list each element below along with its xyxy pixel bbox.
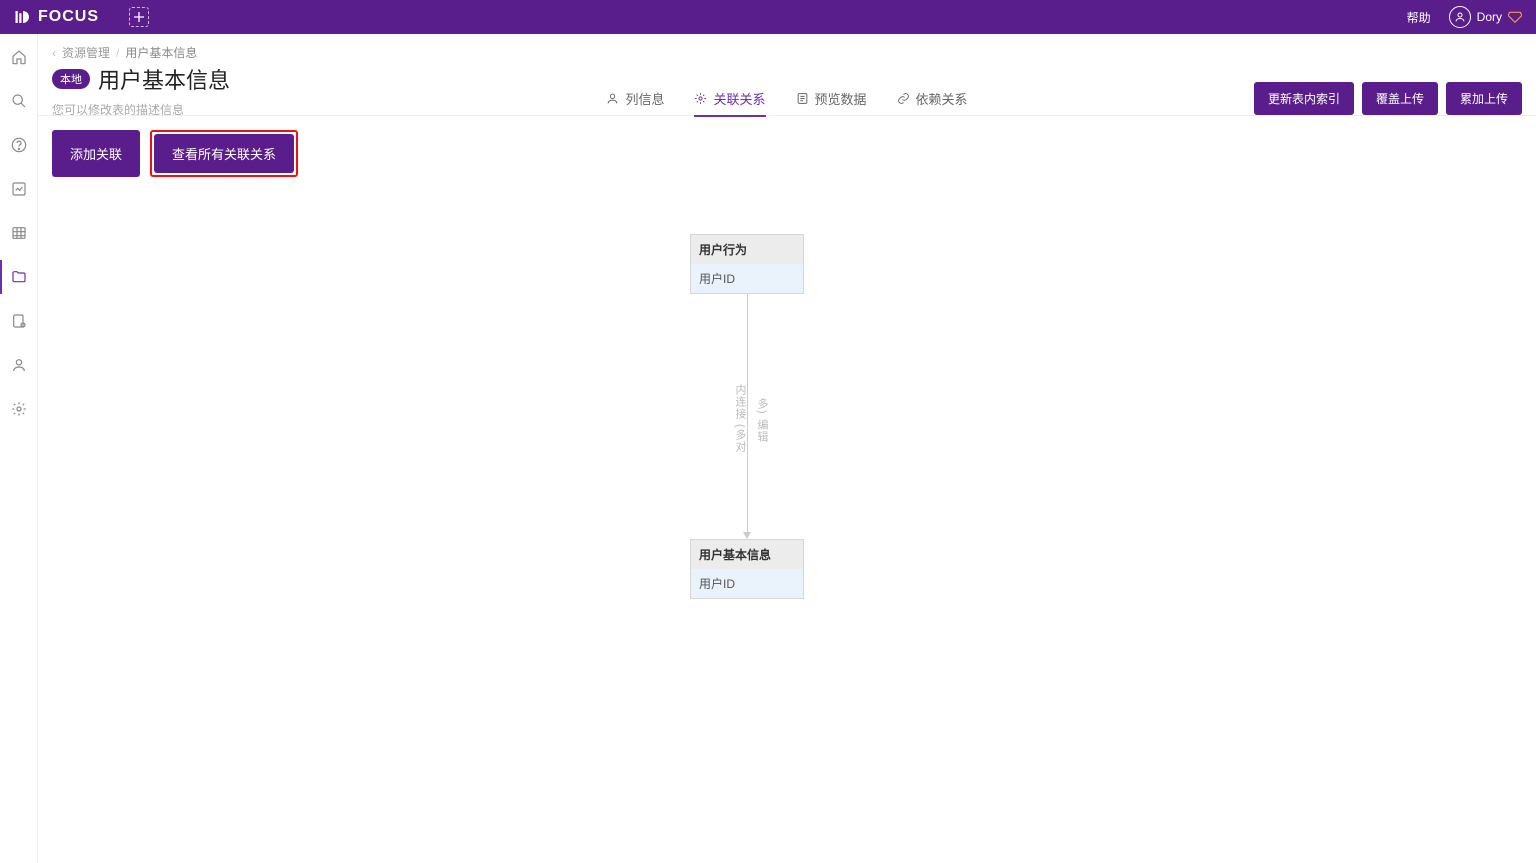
nav-chart[interactable] <box>10 180 28 198</box>
breadcrumb-sep: / <box>116 46 119 60</box>
tab-label: 预览数据 <box>815 89 867 108</box>
node-column: 用户ID <box>691 569 803 598</box>
append-upload-button[interactable]: 累加上传 <box>1446 82 1522 115</box>
brand-mark-icon <box>14 8 32 26</box>
tab-relations[interactable]: 关联关系 <box>694 89 765 116</box>
user-icon <box>606 92 619 105</box>
add-relation-button[interactable]: 添加关联 <box>52 130 140 177</box>
diamond-icon <box>1508 11 1522 23</box>
nav-search[interactable] <box>10 92 28 110</box>
reindex-button[interactable]: 更新表内索引 <box>1254 82 1354 115</box>
nav-users[interactable] <box>10 356 28 374</box>
breadcrumb: ‹ 资源管理 / 用户基本信息 <box>38 34 1536 63</box>
tab-label: 列信息 <box>625 89 664 108</box>
tab-dependencies[interactable]: 依赖关系 <box>897 89 968 116</box>
diagram-node-target[interactable]: 用户基本信息 用户ID <box>690 539 804 599</box>
tab-label: 关联关系 <box>713 89 765 108</box>
tab-label: 依赖关系 <box>916 89 968 108</box>
diagram-node-source[interactable]: 用户行为 用户ID <box>690 234 804 294</box>
edge-label-right: 多) 编辑 <box>754 398 770 443</box>
main: ‹ 资源管理 / 用户基本信息 本地 用户基本信息 您可以修改表的描述信息 列信… <box>38 34 1536 863</box>
view-all-relations-button[interactable]: 查看所有关联关系 <box>154 134 294 173</box>
user-menu[interactable]: Dory <box>1449 6 1522 28</box>
nav-table[interactable] <box>10 224 28 242</box>
node-title: 用户基本信息 <box>691 540 803 569</box>
help-link[interactable]: 帮助 <box>1407 9 1431 26</box>
new-button[interactable] <box>129 7 149 27</box>
node-title: 用户行为 <box>691 235 803 264</box>
relations-toolbar: 添加关联 查看所有关联关系 <box>52 130 298 177</box>
nav-resources[interactable] <box>10 268 28 286</box>
node-column: 用户ID <box>691 264 803 293</box>
arrow-down-icon <box>743 532 751 539</box>
topbar: FOCUS 帮助 Dory <box>0 0 1536 34</box>
nav-config[interactable] <box>10 312 28 330</box>
preview-icon <box>796 92 809 105</box>
sidebar <box>0 34 38 863</box>
brand-text: FOCUS <box>38 8 99 26</box>
breadcrumb-parent[interactable]: 资源管理 <box>62 44 110 61</box>
breadcrumb-current: 用户基本信息 <box>125 44 197 61</box>
nav-home[interactable] <box>10 48 28 66</box>
source-badge: 本地 <box>52 69 90 89</box>
page-actions: 更新表内索引 覆盖上传 累加上传 <box>1254 82 1522 115</box>
overwrite-upload-button[interactable]: 覆盖上传 <box>1362 82 1438 115</box>
tab-columns[interactable]: 列信息 <box>606 89 664 116</box>
tab-preview[interactable]: 预览数据 <box>796 89 867 116</box>
nav-help[interactable] <box>10 136 28 154</box>
brand-logo[interactable]: FOCUS <box>14 8 99 26</box>
breadcrumb-back-icon[interactable]: ‹ <box>52 46 56 60</box>
relation-canvas[interactable]: 用户行为 用户ID 内连接 (多对 多) 编辑 用户基本信息 用户ID <box>38 194 1536 863</box>
username: Dory <box>1477 10 1502 24</box>
link-icon <box>897 92 910 105</box>
edge-label-left: 内连接 (多对 <box>732 384 748 453</box>
nav-settings[interactable] <box>10 400 28 418</box>
avatar-icon <box>1449 6 1471 28</box>
relation-icon <box>694 92 707 105</box>
highlight-annotation: 查看所有关联关系 <box>150 130 298 177</box>
